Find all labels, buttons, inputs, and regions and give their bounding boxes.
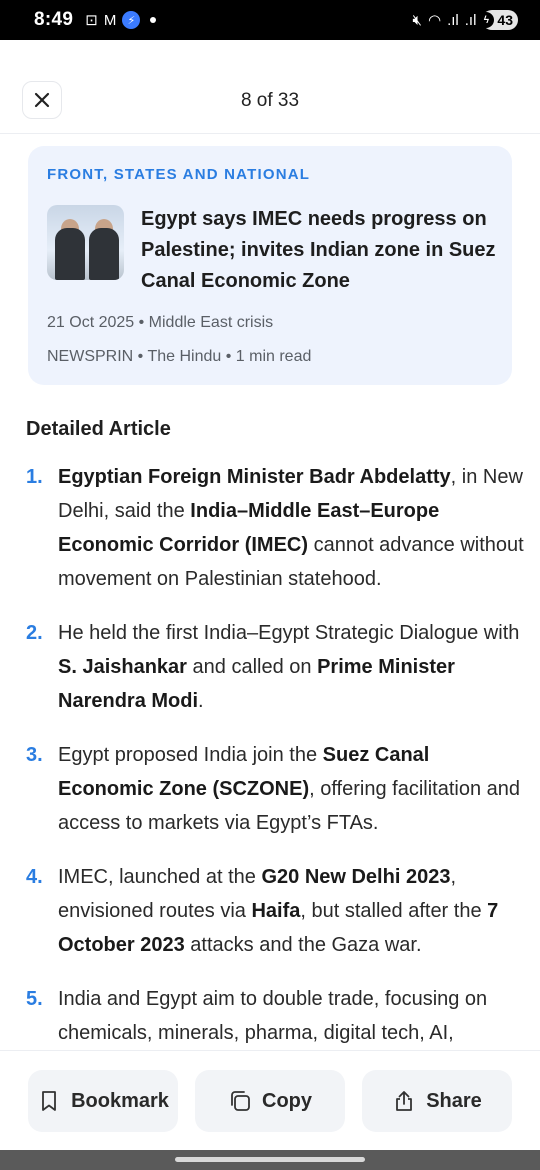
signal-icon-2: .ıl [464, 11, 477, 29]
article-point: 3. Egypt proposed India join the Suez Can… [26, 738, 526, 840]
article-thumbnail [47, 205, 124, 280]
article-card: FRONT, STATES AND NATIONAL Egypt says IM… [28, 146, 512, 385]
copy-button[interactable]: Copy [195, 1070, 345, 1132]
bookmark-label: Bookmark [71, 1089, 169, 1112]
article-headline: Egypt says IMEC needs progress on Palest… [141, 208, 496, 292]
point-text-bold: G20 New Delhi 2023 [261, 866, 451, 888]
more-notifications-icon [150, 17, 157, 23]
gmail-icon: M [103, 11, 117, 29]
article-topic: Middle East crisis [148, 314, 274, 331]
section-title: Detailed Article [26, 418, 171, 440]
article-point: 4. IMEC, launched at the G20 New Delhi 20… [26, 860, 526, 962]
status-bar: 8:49 ⊡ M ⚡ 🔇︎ ◠ .ıl .ıl ϟ 43 [0, 0, 540, 40]
article-date-topic: 21 Oct 2025 • Middle East crisis [47, 314, 274, 331]
copy-icon [231, 1091, 250, 1111]
point-text: Egyptian Foreign Minister Badr Abdelatty… [58, 460, 526, 596]
messenger-icon: ⚡ [122, 11, 141, 29]
point-text-segment: and called on [186, 656, 318, 678]
article-date: 21 Oct 2025 [47, 314, 135, 331]
read-time: 1 min read [235, 348, 312, 365]
point-text: Egypt proposed India join the Suez Canal… [58, 738, 526, 840]
copy-label: Copy [262, 1089, 312, 1112]
publisher: The Hindu [147, 348, 222, 365]
battery-indicator: ϟ 43 [478, 10, 518, 30]
article-point: 5. India and Egypt aim to double trade, f… [26, 982, 526, 1048]
point-text: He held the first India–Egypt Strategic … [58, 616, 526, 718]
article-point: 2. He held the first India–Egypt Strategi… [26, 616, 526, 718]
share-button[interactable]: Share [362, 1070, 512, 1132]
point-text-bold: Egyptian Foreign Minister Badr Abdelatty [58, 466, 451, 488]
system-nav-bar [0, 1150, 540, 1170]
article-points-list: 1. Egyptian Foreign Minister Badr Abdelat… [26, 460, 526, 1048]
wifi-icon: ◠ [427, 11, 442, 29]
notification-icons: ⊡ M ⚡ [85, 11, 157, 29]
point-text-bold: Haifa [251, 900, 301, 922]
bookmark-button[interactable]: Bookmark [28, 1070, 178, 1132]
point-number: 1. [26, 466, 43, 488]
share-icon [396, 1091, 413, 1111]
home-gesture-handle[interactable] [175, 1157, 365, 1162]
mute-icon: 🔇︎ [412, 11, 422, 29]
point-text-segment: Egypt proposed India join the [58, 744, 323, 766]
point-text: IMEC, launched at the G20 New Delhi 2023… [58, 860, 526, 962]
screenshot-icon: ⊡ [85, 11, 98, 29]
point-number: 2. [26, 622, 43, 644]
point-text-segment: IMEC, launched at the [58, 866, 262, 888]
article-category: FRONT, STATES AND NATIONAL [47, 166, 311, 183]
top-header: 8 of 33 [0, 40, 540, 134]
bookmark-icon [42, 1091, 56, 1111]
article-point: 1. Egyptian Foreign Minister Badr Abdelat… [26, 460, 526, 596]
article-counter: 8 of 33 [240, 90, 300, 111]
point-text-segment: , but stalled after the [300, 900, 488, 922]
point-number: 3. [26, 744, 43, 766]
action-bar: Bookmark Copy Share [0, 1050, 540, 1150]
system-icons: 🔇︎ ◠ .ıl .ıl ϟ 43 [413, 10, 518, 30]
source-code: NEWSPRIN [47, 348, 134, 365]
point-text-bold: S. Jaishankar [58, 656, 187, 678]
point-text: India and Egypt aim to double trade, foc… [58, 982, 526, 1048]
point-text-segment: . [198, 690, 204, 712]
status-time: 8:49 [34, 9, 74, 30]
signal-icon: .ıl [447, 11, 459, 29]
point-text-segment: attacks and the Gaza war. [184, 934, 422, 956]
point-number: 5. [26, 988, 43, 1010]
share-label: Share [426, 1089, 482, 1112]
article-source: NEWSPRIN • The Hindu • 1 min read [47, 348, 312, 365]
point-text-segment: India and Egypt aim to double trade, foc… [58, 988, 488, 1044]
point-number: 4. [26, 866, 43, 888]
point-text-segment: He held the first India–Egypt Strategic … [58, 622, 520, 644]
